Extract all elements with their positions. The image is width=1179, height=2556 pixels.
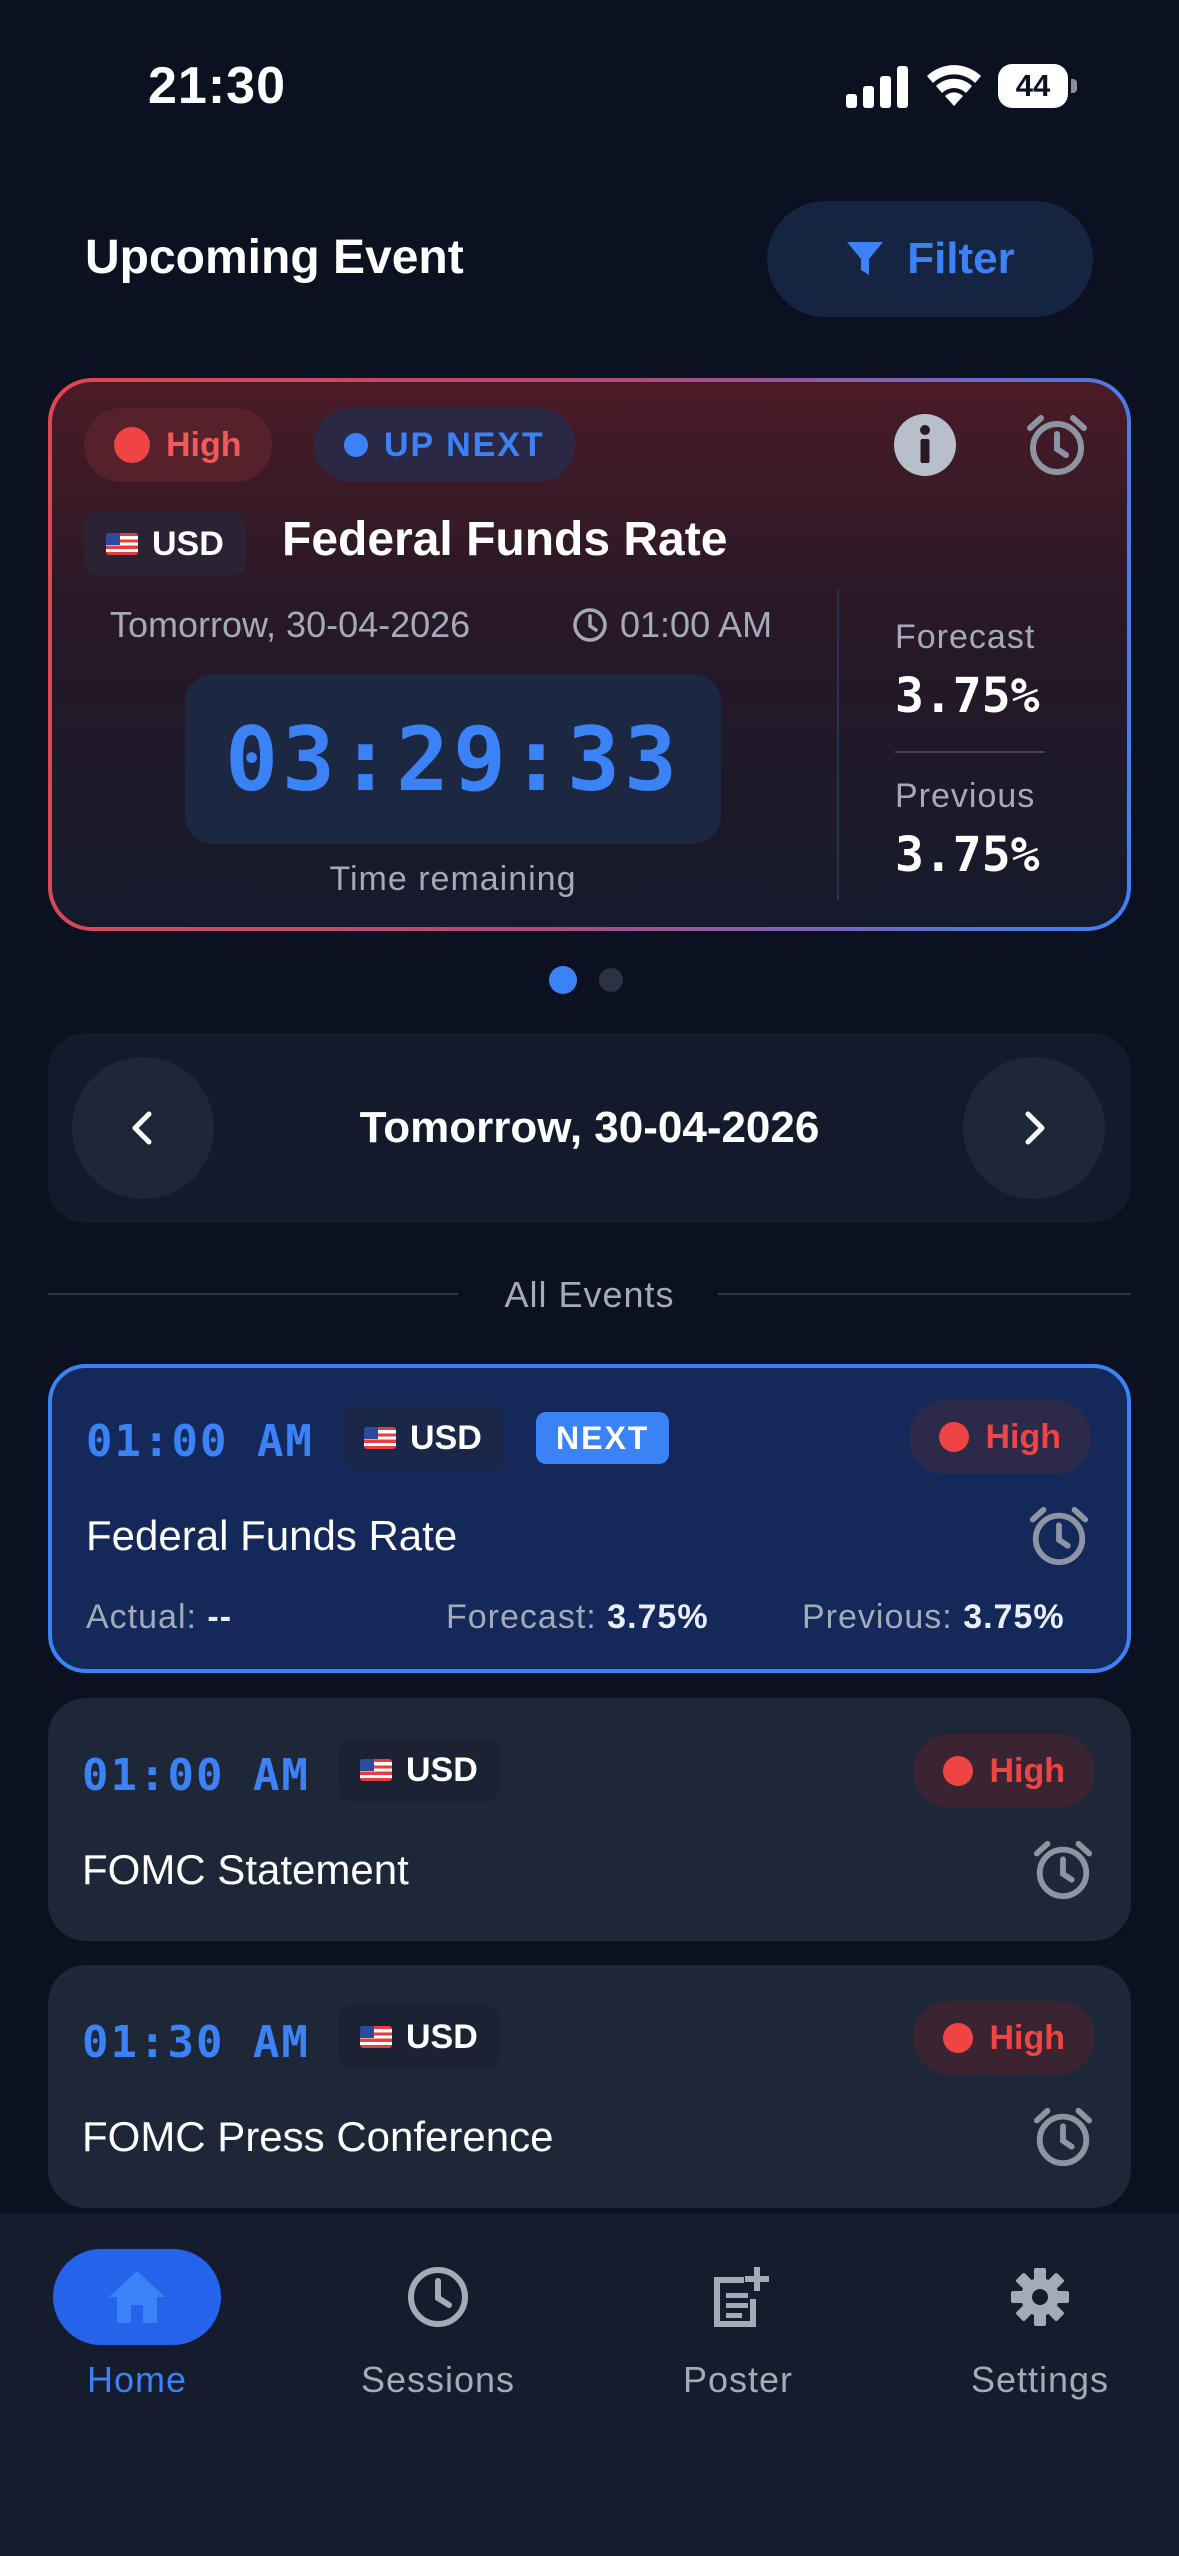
event-title: FOMC Press Conference bbox=[82, 2113, 554, 2160]
impact-badge: High bbox=[84, 408, 272, 482]
tab-poster[interactable]: Poster bbox=[618, 2249, 858, 2449]
event-time: 01:00 AM bbox=[82, 1750, 310, 1801]
signal-icon bbox=[846, 64, 908, 108]
currency-tag: USD bbox=[338, 2005, 500, 2069]
filter-icon bbox=[847, 242, 884, 275]
impact-label: High bbox=[989, 1751, 1065, 1790]
impact-badge: High bbox=[909, 1400, 1091, 1474]
actual-stat: Actual: -- bbox=[86, 1598, 232, 1637]
bottom-nav: Home Sessions Poster Settings bbox=[0, 2213, 1179, 2556]
currency-label: USD bbox=[406, 1750, 478, 1789]
event-time-label: 01:00 AM bbox=[620, 604, 773, 645]
alarm-icon[interactable] bbox=[1031, 1838, 1095, 1902]
us-flag-icon bbox=[360, 1759, 392, 1781]
tab-sessions[interactable]: Sessions bbox=[318, 2249, 558, 2449]
date-navigator: Tomorrow, 30-04-2026 bbox=[48, 1033, 1131, 1223]
impact-label: High bbox=[166, 425, 242, 464]
info-icon[interactable] bbox=[892, 412, 958, 478]
carousel-indicator[interactable] bbox=[549, 966, 623, 994]
filter-label: Filter bbox=[907, 234, 1015, 283]
clock-icon bbox=[408, 2267, 468, 2327]
forecast-label: Forecast: bbox=[446, 1598, 597, 1636]
event-time: 01:00 AM bbox=[572, 604, 772, 646]
gear-icon bbox=[1011, 2268, 1069, 2326]
event-card[interactable]: 01:30 AM USD High FOMC Press Conference bbox=[48, 1965, 1131, 2208]
poster-icon bbox=[714, 2267, 769, 2327]
section-label: All Events bbox=[504, 1274, 675, 1315]
alarm-icon[interactable] bbox=[1027, 1504, 1091, 1568]
event-date: Tomorrow, 30-04-2026 bbox=[110, 604, 471, 645]
event-card[interactable]: 01:00 AM USD High FOMC Statement bbox=[48, 1698, 1131, 1941]
up-next-badge: UP NEXT bbox=[314, 408, 575, 482]
impact-dot-icon bbox=[939, 1422, 970, 1452]
actual-value: -- bbox=[207, 1598, 233, 1636]
battery-icon: 44 bbox=[998, 64, 1078, 108]
currency-label: USD bbox=[410, 1418, 482, 1457]
divider bbox=[718, 1293, 1131, 1295]
tab-label: Settings bbox=[970, 2359, 1110, 2400]
forecast-value: 3.75% bbox=[607, 1598, 709, 1636]
currency-tag: USD bbox=[342, 1406, 504, 1470]
event-time: 01:00 AM bbox=[86, 1416, 314, 1467]
event-title: Federal Funds Rate bbox=[86, 1512, 458, 1559]
previous-value: 3.75% bbox=[895, 827, 1040, 883]
currency-label: USD bbox=[152, 524, 224, 563]
previous-stat: Previous: 3.75% bbox=[802, 1598, 1065, 1637]
next-badge: NEXT bbox=[536, 1412, 670, 1464]
wifi-icon bbox=[927, 65, 981, 106]
forecast-value: 3.75% bbox=[895, 668, 1040, 724]
filter-button[interactable]: Filter bbox=[767, 201, 1093, 317]
currency-tag: USD bbox=[84, 512, 246, 576]
previous-label: Previous bbox=[895, 777, 1036, 815]
up-next-dot-icon bbox=[344, 433, 368, 457]
tab-home[interactable]: Home bbox=[17, 2249, 257, 2449]
section-header: All Events bbox=[48, 1270, 1131, 1318]
tab-settings[interactable]: Settings bbox=[920, 2249, 1160, 2449]
forecast-stat: Forecast: 3.75% bbox=[446, 1598, 709, 1637]
clock-icon bbox=[573, 608, 607, 642]
currency-tag: USD bbox=[338, 1738, 500, 1802]
impact-badge: High bbox=[913, 2001, 1095, 2075]
tab-label: Sessions bbox=[360, 2359, 516, 2400]
impact-dot-icon bbox=[943, 1756, 974, 1786]
impact-dot-icon bbox=[943, 2023, 974, 2053]
impact-label: High bbox=[989, 2018, 1065, 2057]
impact-badge: High bbox=[913, 1734, 1095, 1808]
carousel-dot[interactable] bbox=[599, 968, 623, 992]
event-time: 01:30 AM bbox=[82, 2017, 310, 2068]
home-icon bbox=[109, 2271, 165, 2323]
tab-label: Poster bbox=[682, 2359, 794, 2400]
currency-label: USD bbox=[406, 2017, 478, 2056]
impact-dot-icon bbox=[114, 427, 150, 463]
event-card[interactable]: 01:00 AM USD NEXT High Federal Funds Rat… bbox=[48, 1364, 1131, 1673]
impact-label: High bbox=[985, 1417, 1061, 1456]
battery-level: 44 bbox=[1015, 68, 1051, 103]
alarm-icon[interactable] bbox=[1031, 2105, 1095, 2169]
carousel-dot-active[interactable] bbox=[549, 966, 577, 994]
status-bar: 21:30 44 bbox=[0, 0, 1179, 170]
divider bbox=[895, 751, 1045, 753]
divider bbox=[837, 590, 839, 900]
upcoming-event-card[interactable]: High UP NEXT USD Federal Funds Rate Tomo… bbox=[48, 378, 1131, 931]
event-title: Federal Funds Rate bbox=[282, 513, 728, 566]
us-flag-icon bbox=[360, 2026, 392, 2048]
chevron-right-icon bbox=[1025, 1111, 1045, 1145]
countdown-caption: Time remaining bbox=[329, 860, 577, 898]
next-day-button[interactable] bbox=[963, 1057, 1105, 1199]
previous-label: Previous: bbox=[802, 1598, 953, 1636]
us-flag-icon bbox=[106, 533, 138, 555]
forecast-label: Forecast bbox=[895, 618, 1036, 656]
alarm-icon[interactable] bbox=[1024, 412, 1090, 478]
status-time: 21:30 bbox=[148, 57, 286, 115]
page-title: Upcoming Event bbox=[85, 231, 464, 284]
up-next-label: UP NEXT bbox=[384, 425, 545, 464]
us-flag-icon bbox=[364, 1427, 396, 1449]
actual-label: Actual: bbox=[86, 1598, 197, 1636]
event-title: FOMC Statement bbox=[82, 1846, 409, 1893]
tab-label: Home bbox=[86, 2359, 188, 2400]
previous-value: 3.75% bbox=[963, 1598, 1065, 1636]
countdown-timer: 03:29:33 bbox=[185, 674, 721, 844]
